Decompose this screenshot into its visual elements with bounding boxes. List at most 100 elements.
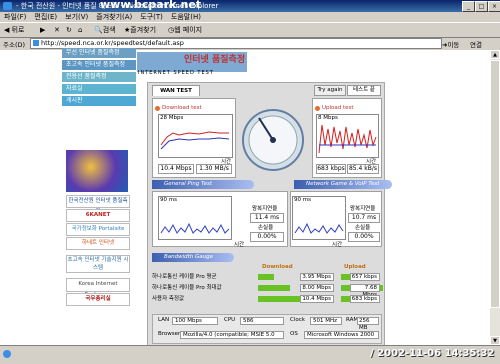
- menu-favorites[interactable]: 즐겨찾기(A): [96, 13, 132, 21]
- logo-6kanet[interactable]: 6KANET: [66, 209, 130, 222]
- spec-ram-value: 256 MB: [357, 317, 379, 331]
- bandwidth-spacer-2: [385, 272, 387, 280]
- voip-loss-value: 0.00%: [348, 232, 380, 242]
- history-label: 웹 페이지: [174, 26, 203, 34]
- sidenav-item-wireless[interactable]: 무선 인터넷 품질측정: [62, 48, 136, 58]
- download-average-line: [160, 137, 230, 150]
- upload-title: Upload test: [322, 105, 354, 111]
- favorites-label: 즐겨찾기: [130, 26, 157, 34]
- download-bullet-icon: [155, 106, 160, 111]
- bandwidth-download-value: 8.00 Mbps: [300, 284, 334, 292]
- refresh-button[interactable]: ↻: [66, 25, 72, 35]
- status-bar: / 2002-11-06 14:35:32: [0, 345, 500, 364]
- ping-series-line: [160, 222, 230, 234]
- logo-nca[interactable]: 한국전산원 인터넷 품질측정: [66, 195, 130, 215]
- gauge-hub: [270, 137, 276, 143]
- history-button[interactable]: ◷웹 페이지: [168, 25, 202, 35]
- back-button[interactable]: ◀ 뒤로: [4, 25, 25, 35]
- spec-os-value: Microsoft Windows 2000: [304, 331, 379, 339]
- ping-scale: 90 ms: [160, 197, 177, 203]
- bandwidth-download-value: 3.95 Mbps: [300, 273, 334, 281]
- logo-kix[interactable]: Korea Internet Exchange: [66, 278, 130, 298]
- bandwidth-upload-label: Upload: [344, 264, 366, 270]
- bandwidth-upload-value: 657 kbps: [350, 273, 380, 281]
- download-graph-svg: [160, 131, 230, 150]
- toolbar: ◀ 뒤로 ▶ ✕ ↻ ⌂ 🔍검색 ★즐겨찾기 ◷웹 페이지: [0, 22, 500, 38]
- vertical-scrollbar[interactable]: ▲ ▼: [490, 50, 500, 345]
- bandwidth-download-bar: [258, 296, 300, 302]
- spec-cpu-value: 586: [240, 317, 284, 325]
- spec-browser-value: Mozilla/4.0 (compatible; MSIE 5.0: [180, 331, 284, 339]
- stop-button[interactable]: ✕: [54, 25, 60, 35]
- test-end-status: 테스트 끝: [347, 85, 381, 96]
- voip-delay-value: 10.7 ms: [348, 213, 380, 223]
- page-icon: [33, 40, 39, 46]
- links-button[interactable]: 연결: [470, 39, 482, 49]
- spec-os-label: OS: [290, 331, 298, 337]
- ping-axis-label: 시간: [234, 242, 245, 248]
- bandwidth-upload-value: 683 kbps: [350, 295, 380, 303]
- ie-icon: [3, 2, 12, 10]
- menu-help[interactable]: 도움말(H): [171, 13, 201, 21]
- sidenav-item-library[interactable]: 자료실: [62, 84, 136, 94]
- logo-portalsite[interactable]: 국가정보화 Portalsite: [66, 223, 130, 236]
- ping-delay-label: 왕복지연율: [252, 206, 278, 212]
- download-speed-mbs: 1.30 MB/s: [196, 164, 232, 174]
- upload-speed-kbps: 683 kbps: [316, 164, 346, 174]
- scroll-thumb[interactable]: [490, 60, 500, 308]
- maximize-button[interactable]: □: [475, 1, 488, 12]
- voip-graph-svg: [294, 222, 344, 234]
- try-again-button[interactable]: Try again: [314, 85, 346, 96]
- scroll-up-arrow[interactable]: ▲: [490, 50, 500, 59]
- upload-series-line: [318, 124, 377, 154]
- go-label: 이동: [447, 41, 460, 49]
- title-bar: - 한국 전산원 - 인터넷 품질 테스트 - Microsoft Intern…: [0, 0, 500, 12]
- logo-hanet[interactable]: 하네트 인터넷: [66, 237, 130, 250]
- voip-delay-label: 왕복지연율: [350, 206, 376, 212]
- menu-tools[interactable]: 도구(T): [140, 13, 163, 21]
- upload-speed-kbs: 85.4 kB/s: [347, 164, 379, 174]
- address-label: 주소(D): [3, 41, 26, 49]
- scroll-down-arrow[interactable]: ▼: [490, 336, 500, 345]
- bandwidth-row-label: 하나로통신 케이블 Pro 평균: [152, 274, 217, 280]
- sidenav-item-leased[interactable]: 전용선 품질측정: [62, 72, 136, 82]
- upload-graph-svg: [318, 124, 377, 154]
- bandwidth-row-label: 사용자 측정값: [152, 296, 185, 302]
- spec-lan-value: 100 Mbps: [172, 317, 218, 325]
- logo-pm-office[interactable]: 국무총리실: [66, 293, 130, 306]
- bandwidth-row-label: 하나로통신 케이블 Pro 최대값: [152, 285, 222, 291]
- status-ie-icon: [3, 350, 11, 358]
- upload-scale: 8 Mbps: [318, 115, 338, 121]
- menu-edit[interactable]: 편집(E): [34, 13, 57, 21]
- download-speed-mbps: 10.4 Mbps: [158, 164, 194, 174]
- minimize-button[interactable]: _: [462, 1, 475, 12]
- menu-bar: 파일(F) 편집(E) 보기(V) 즐겨찾기(A) 도구(T) 도움말(H): [0, 12, 500, 22]
- voip-series-line: [294, 222, 344, 234]
- menu-view[interactable]: 보기(V): [65, 13, 88, 21]
- menu-file[interactable]: 파일(F): [4, 13, 26, 21]
- logo-tech-support[interactable]: 초고속 인터넷 기술지원 시스템: [66, 255, 130, 273]
- download-scale: 28 Mbps: [160, 115, 184, 121]
- sidenav-item-broadband[interactable]: 초고속 인터넷 품질측정: [62, 60, 136, 70]
- spec-cpu-label: CPU: [224, 317, 236, 323]
- back-label: 뒤로: [11, 26, 25, 34]
- home-button[interactable]: ⌂: [78, 25, 82, 35]
- forward-button[interactable]: ▶: [40, 25, 45, 35]
- speed-gauge: [239, 100, 307, 180]
- spec-clock-label: Clock: [290, 317, 305, 323]
- tab-wan-test[interactable]: WAN TEST: [152, 85, 200, 96]
- gauge-svg: [242, 109, 304, 171]
- ping-delay-value: 11.4 ms: [250, 213, 284, 223]
- bandwidth-download-value: 10.4 Mbps: [300, 295, 334, 303]
- sidenav-item-board[interactable]: 게시판: [62, 96, 136, 106]
- voip-test-header: Network Game & VoIP Test: [294, 180, 392, 189]
- bandwidth-download-bar: [258, 285, 291, 291]
- search-label: 검색: [102, 26, 116, 34]
- ping-loss-value: 0.00%: [250, 232, 284, 242]
- bandwidth-upload-value: 7.68 Mbps: [350, 284, 380, 298]
- go-button[interactable]: ➜이동: [442, 39, 459, 49]
- search-button[interactable]: 🔍검색: [94, 25, 116, 35]
- favorites-button[interactable]: ★즐겨찾기: [124, 25, 156, 35]
- close-button[interactable]: ×: [488, 1, 500, 12]
- download-title: Download test: [162, 105, 202, 111]
